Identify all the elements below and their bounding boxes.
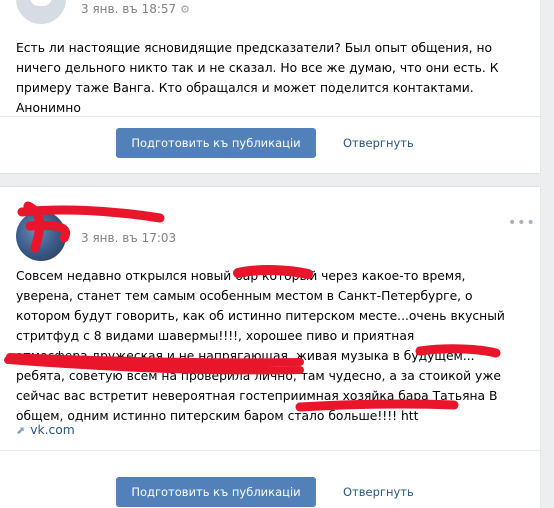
attached-link[interactable]: ⬈ vk.com [16, 423, 75, 437]
post-meta: 3 янв. въ 18:57 ⚙ [81, 2, 190, 16]
post-card: 3 янв. въ 18:57 ⚙ Есть ли настоящие яснов… [0, 0, 541, 174]
link-label[interactable]: vk.com [30, 423, 75, 437]
prepare-publication-button[interactable]: Подготовить къ публикацiи [116, 477, 316, 507]
link-arrow-icon: ⬈ [16, 424, 26, 437]
avatar[interactable] [16, 0, 66, 24]
prepare-publication-button[interactable]: Подготовить къ публикацiи [116, 128, 316, 158]
gear-icon: ⚙ [180, 3, 191, 16]
reject-button[interactable]: Отвергнуть [343, 477, 414, 507]
post-meta: 3 янв. въ 17:03 [81, 231, 180, 245]
more-options-icon[interactable]: ••• [508, 215, 536, 231]
post-timestamp[interactable]: 3 янв. въ 18:57 [81, 2, 176, 16]
avatar[interactable] [16, 211, 66, 261]
reject-button[interactable]: Отвергнуть [343, 128, 414, 158]
post-text: Совсем недавно открылся новый бар которы… [16, 269, 505, 423]
post-text: Есть ли настоящие ясновидящие предсказат… [16, 41, 499, 115]
post-timestamp[interactable]: 3 янв. въ 17:03 [81, 231, 176, 245]
post-card: 3 янв. въ 17:03 ••• Совсем недавно откры… [0, 186, 541, 508]
divider [0, 116, 540, 117]
divider [0, 450, 540, 451]
